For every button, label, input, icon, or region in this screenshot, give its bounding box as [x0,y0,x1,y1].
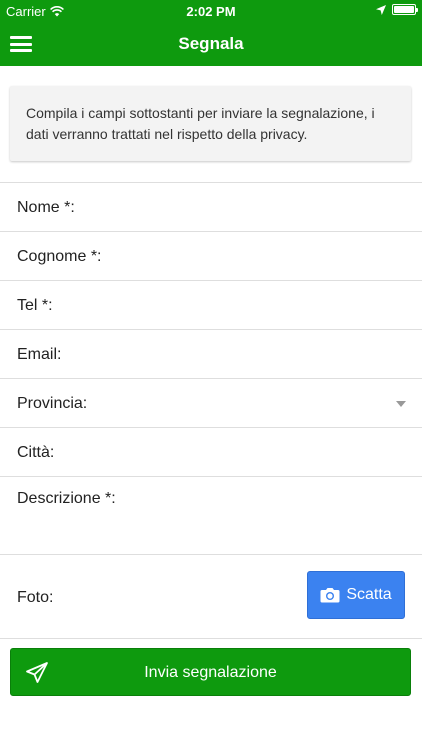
citta-input[interactable] [70,428,412,476]
cognome-input[interactable] [115,232,412,280]
info-text: Compila i campi sottostanti per inviare … [26,105,375,142]
form-row-provincia[interactable]: Provincia: [0,378,422,427]
cognome-label: Cognome *: [17,248,102,265]
form-row-nome[interactable]: Nome *: [0,182,422,231]
chevron-down-icon[interactable] [396,401,406,407]
submit-label: Invia segnalazione [144,664,277,681]
form-row-descrizione[interactable]: Descrizione *: [0,476,422,554]
email-input[interactable] [80,330,412,378]
form-row-foto: Foto: Scatta [0,554,422,638]
app-bar: Segnala [0,22,422,66]
citta-label: Città: [17,444,55,461]
nome-label: Nome *: [17,199,75,216]
form-divider [0,638,422,639]
status-bar: Carrier 2:02 PM [0,0,422,22]
submit-button[interactable]: Invia segnalazione [10,648,411,696]
info-card: Compila i campi sottostanti per inviare … [10,86,411,161]
scatta-label: Scatta [346,586,392,603]
form-row-cognome[interactable]: Cognome *: [0,231,422,280]
form-row-email[interactable]: Email: [0,329,422,378]
status-time: 2:02 PM [186,4,236,19]
foto-label: Foto: [17,589,54,606]
battery-icon [392,4,418,15]
form-row-tel[interactable]: Tel *: [0,280,422,329]
descrizione-label: Descrizione *: [17,490,116,507]
tel-label: Tel *: [17,297,53,314]
page-title: Segnala [178,34,244,53]
nome-input[interactable] [90,183,412,231]
email-label: Email: [17,346,62,363]
scatta-button[interactable]: Scatta [307,571,405,619]
location-arrow-icon [376,4,386,15]
form-row-citta[interactable]: Città: [0,427,422,476]
tel-input[interactable] [70,281,412,329]
camera-icon [320,588,340,603]
status-right [376,4,418,15]
provincia-label: Provincia: [17,395,88,412]
